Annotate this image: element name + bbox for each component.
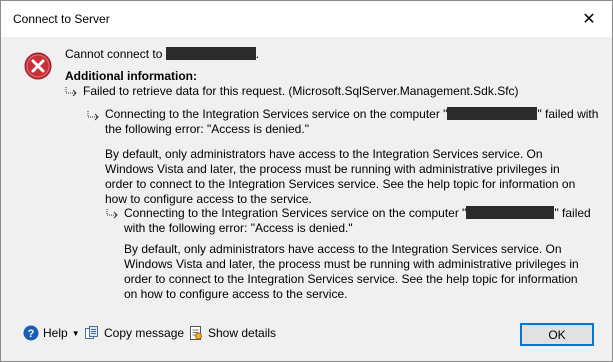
details-icon bbox=[190, 326, 202, 340]
help-label: Help bbox=[43, 326, 68, 340]
level-3-suffix: " failed bbox=[554, 206, 591, 220]
level-2-prefix: Connecting to the Integration Services s… bbox=[105, 107, 448, 121]
level-2-suffix: " failed with bbox=[537, 107, 599, 121]
error-level-2-line-2: the following error: "Access is denied." bbox=[105, 122, 309, 136]
error-level-3-details: By default, only administrators have acc… bbox=[124, 242, 579, 301]
dialog-footer: ? Help ▼ Copy message Show details OK bbox=[1, 311, 612, 361]
close-icon: ✕ bbox=[582, 11, 596, 28]
redacted-computer-name bbox=[466, 206, 555, 219]
window-title: Connect to Server bbox=[13, 12, 110, 26]
level-3-prefix: Connecting to the Integration Services s… bbox=[124, 206, 467, 220]
tree-arrow-icon bbox=[87, 111, 99, 121]
cannot-connect-prefix: Cannot connect to bbox=[65, 47, 163, 61]
redacted-computer-name bbox=[447, 107, 538, 120]
tree-arrow-icon bbox=[65, 87, 77, 97]
message-area: Cannot connect to . Additional informati… bbox=[1, 37, 612, 311]
additional-info-heading: Additional information: bbox=[65, 69, 197, 83]
close-button[interactable]: ✕ bbox=[566, 1, 612, 37]
error-level-3-line-1: Connecting to the Integration Services s… bbox=[124, 206, 591, 221]
svg-text:?: ? bbox=[28, 328, 35, 340]
connect-to-server-dialog: Connect to Server ✕ Cannot connect to . … bbox=[0, 0, 613, 362]
error-level-2-details: By default, only administrators have acc… bbox=[105, 147, 576, 206]
error-icon bbox=[24, 52, 52, 80]
title-bar: Connect to Server ✕ bbox=[1, 1, 612, 37]
error-level-3-line-2: with the following error: "Access is den… bbox=[124, 221, 353, 235]
error-level-1: Failed to retrieve data for this request… bbox=[83, 84, 519, 98]
copy-message-label: Copy message bbox=[104, 326, 185, 340]
error-level-2-line-1: Connecting to the Integration Services s… bbox=[105, 107, 598, 122]
help-icon: ? bbox=[23, 325, 39, 341]
show-details-button[interactable]: Show details bbox=[188, 325, 276, 341]
show-details-label: Show details bbox=[208, 326, 277, 340]
ok-button[interactable]: OK bbox=[520, 323, 594, 346]
chevron-down-icon: ▼ bbox=[71, 328, 80, 338]
redacted-server-name bbox=[165, 47, 256, 60]
copy-message-button[interactable]: Copy message bbox=[84, 325, 184, 341]
help-button[interactable]: ? Help ▼ bbox=[23, 325, 80, 341]
cannot-connect-line: Cannot connect to . bbox=[65, 47, 259, 62]
cannot-connect-suffix: . bbox=[255, 47, 260, 61]
tree-arrow-icon bbox=[106, 209, 118, 219]
copy-icon bbox=[85, 326, 98, 339]
